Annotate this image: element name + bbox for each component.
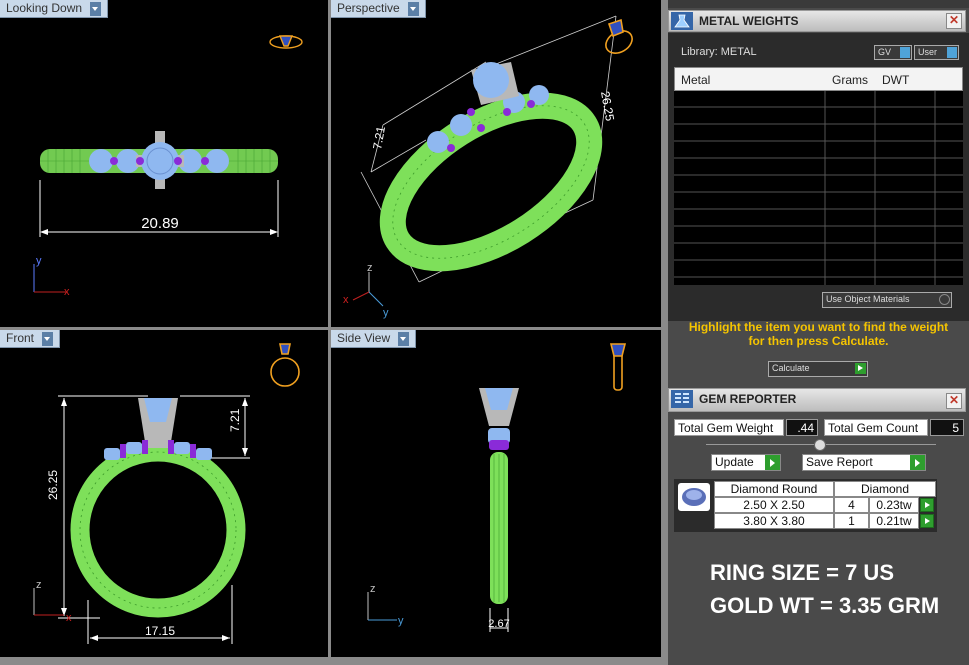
side-view-drawing: 2.67 z y [367, 343, 627, 632]
column-dwt: DWT [882, 73, 910, 87]
viewport-front[interactable]: 26.25 7.21 17.15 z x Front [0, 330, 328, 657]
tab-front[interactable]: Front [0, 330, 61, 348]
viewport-side-view[interactable]: 2.67 z y Side View [331, 330, 661, 657]
svg-text:7.21: 7.21 [370, 125, 388, 151]
user-toggle[interactable]: User [914, 45, 959, 60]
tab-perspective[interactable]: Perspective [331, 0, 426, 18]
play-icon [910, 455, 925, 470]
calculate-button[interactable]: Calculate [768, 361, 868, 377]
svg-text:20.89: 20.89 [141, 215, 179, 232]
gem-row-1-count: 4 [834, 497, 869, 513]
metal-table[interactable] [674, 91, 963, 285]
metal-table-grid [674, 91, 963, 285]
svg-text:z: z [36, 579, 42, 591]
metal-weights-header: METAL WEIGHTS ✕ [668, 10, 966, 32]
update-label: Update [715, 455, 754, 469]
gem-row-1-weight: 0.23tw [869, 497, 919, 513]
gem-thumbnail [678, 483, 710, 511]
side-view-label: Side View [337, 331, 391, 345]
use-object-materials-button[interactable]: Use Object Materials [822, 292, 952, 308]
update-button[interactable]: Update [711, 454, 781, 471]
gem-row-2-size[interactable]: 3.80 X 3.80 [714, 513, 834, 529]
info-icon [947, 47, 957, 58]
gv-label: GV [878, 47, 892, 57]
view-cube-icon [609, 343, 627, 391]
instruction-text: Highlight the item you want to find the … [668, 320, 969, 348]
perspective-label: Perspective [337, 1, 400, 15]
svg-text:x: x [343, 294, 349, 306]
total-gem-weight-field[interactable]: .44 [786, 419, 818, 436]
column-grams: Grams [832, 73, 868, 87]
collapse-handle[interactable] [814, 439, 826, 451]
metal-weights-title: METAL WEIGHTS [699, 14, 799, 28]
svg-text:y: y [398, 615, 404, 627]
play-icon [765, 455, 780, 470]
viewport-perspective[interactable]: 7.21 26.25 z x y Perspective [331, 0, 661, 327]
svg-text:y: y [36, 255, 42, 267]
gv-toggle[interactable]: GV [874, 45, 912, 60]
close-icon[interactable]: ✕ [946, 13, 962, 29]
view-cube-icon [605, 18, 633, 54]
flask-icon [671, 12, 693, 30]
total-gem-count-field[interactable]: 5 [930, 419, 964, 436]
svg-text:y: y [383, 307, 389, 319]
gem-header-shape: Diamond Round [714, 481, 834, 497]
svg-text:z: z [367, 262, 373, 274]
tab-side-view[interactable]: Side View [331, 330, 417, 348]
view-cube-icon [269, 35, 303, 49]
ring-size-text: RING SIZE = 7 US [710, 560, 894, 585]
viewport-looking-down[interactable]: 20.89 y x Looking Down [0, 0, 328, 327]
use-object-materials-label: Use Object Materials [826, 294, 910, 304]
chevron-down-icon[interactable] [42, 331, 54, 346]
svg-text:x: x [66, 612, 72, 624]
close-icon[interactable]: ✕ [946, 393, 962, 409]
svg-text:7.21: 7.21 [228, 408, 242, 432]
gem-reporter-header: GEM REPORTER ✕ [668, 388, 966, 412]
looking-down-drawing: 20.89 y x [33, 35, 303, 298]
user-label: User [918, 47, 938, 57]
round-gem-icon [682, 488, 706, 506]
library-label: Library: METAL [681, 46, 757, 58]
svg-text:26.25: 26.25 [46, 470, 60, 500]
chevron-down-icon[interactable] [398, 331, 410, 346]
gem-header-material: Diamond [834, 481, 936, 497]
total-gem-weight-label: Total Gem Weight [674, 419, 784, 436]
total-gem-count-label: Total Gem Count [824, 419, 928, 436]
info-icon [900, 47, 910, 58]
metal-table-header: Metal Grams DWT [674, 67, 963, 91]
looking-down-label: Looking Down [6, 1, 83, 15]
calculate-label: Calculate [772, 363, 810, 373]
gem-reporter-title: GEM REPORTER [699, 392, 797, 406]
view-cube-icon [270, 343, 300, 387]
svg-text:z: z [370, 583, 376, 595]
instruction-line: Highlight the item you want to find the … [688, 320, 949, 348]
save-report-label: Save Report [806, 455, 873, 469]
svg-text:26.25: 26.25 [598, 90, 617, 122]
column-metal: Metal [681, 73, 711, 87]
gem-row-1-size[interactable]: 2.50 X 2.50 [714, 497, 834, 513]
perspective-drawing: 7.21 26.25 z x y [343, 15, 633, 319]
gem-row-2-count: 1 [834, 513, 869, 529]
front-label: Front [6, 331, 35, 345]
svg-text:17.15: 17.15 [145, 624, 175, 638]
play-icon [855, 363, 866, 374]
svg-text:2.67: 2.67 [488, 618, 509, 630]
front-drawing: 26.25 7.21 17.15 z x [33, 343, 300, 644]
gem-row-2-detail-button[interactable] [920, 514, 934, 528]
report-icon [671, 390, 693, 408]
chevron-down-icon[interactable] [90, 1, 102, 16]
gem-row-2-weight: 0.21tw [869, 513, 919, 529]
tab-looking-down[interactable]: Looking Down [0, 0, 109, 18]
radio-icon [939, 294, 950, 305]
svg-text:x: x [64, 286, 70, 298]
panel-top-strip [668, 0, 969, 8]
chevron-down-icon[interactable] [407, 1, 419, 16]
save-report-button[interactable]: Save Report [802, 454, 926, 471]
gold-weight-text: GOLD WT = 3.35 GRM [710, 593, 940, 618]
gem-row-1-detail-button[interactable] [920, 498, 934, 512]
